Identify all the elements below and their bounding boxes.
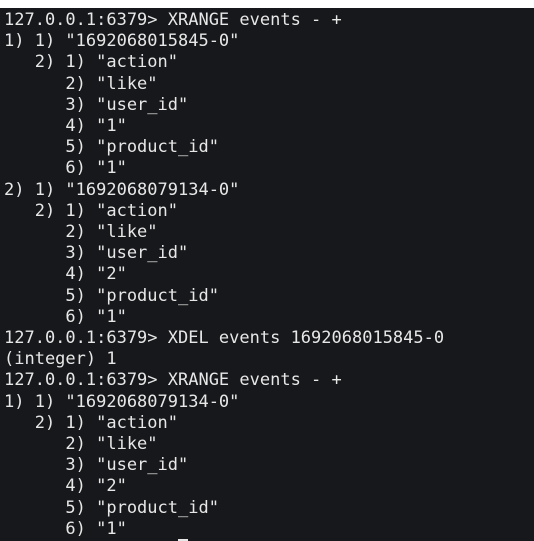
output-line: 4) "1" — [4, 116, 127, 137]
output-line: 5) "product_id" — [4, 497, 219, 518]
terminal-window[interactable]: 127.0.0.1:6379> XRANGE events - + 1) 1) … — [0, 8, 534, 541]
prompt-line: 127.0.0.1:6379> XDEL events 169206801584… — [4, 328, 445, 349]
output-line: 4) "2" — [4, 264, 127, 285]
window-top-edge — [0, 0, 534, 8]
output-line: (integer) 1 — [4, 349, 117, 370]
output-line: 2) 1) "action" — [4, 412, 178, 433]
prompt-line: 127.0.0.1:6379> XRANGE events - + — [4, 370, 342, 391]
output-line: 2) "like" — [4, 73, 158, 94]
output-line: 1) 1) "1692068015845-0" — [4, 31, 240, 52]
terminal-output: 127.0.0.1:6379> XRANGE events - + 1) 1) … — [4, 10, 444, 540]
output-line: 5) "product_id" — [4, 137, 219, 158]
output-line: 1) 1) "1692068079134-0" — [4, 391, 240, 412]
prompt-line: 127.0.0.1:6379> XRANGE events - + — [4, 10, 342, 30]
output-line: 2) "like" — [4, 434, 158, 455]
output-line: 2) 1) "action" — [4, 200, 178, 221]
output-line: 3) "user_id" — [4, 243, 189, 264]
output-line: 2) 1) "1692068079134-0" — [4, 179, 240, 200]
output-line: 4) "2" — [4, 476, 127, 497]
output-line: 3) "user_id" — [4, 94, 189, 115]
output-line: 2) "like" — [4, 222, 158, 243]
output-line: 6) "1" — [4, 306, 127, 327]
output-line: 5) "product_id" — [4, 285, 219, 306]
output-line: 6) "1" — [4, 158, 127, 179]
output-line: 2) 1) "action" — [4, 52, 178, 73]
output-line: 3) "user_id" — [4, 455, 189, 476]
output-line: 6) "1" — [4, 518, 127, 539]
